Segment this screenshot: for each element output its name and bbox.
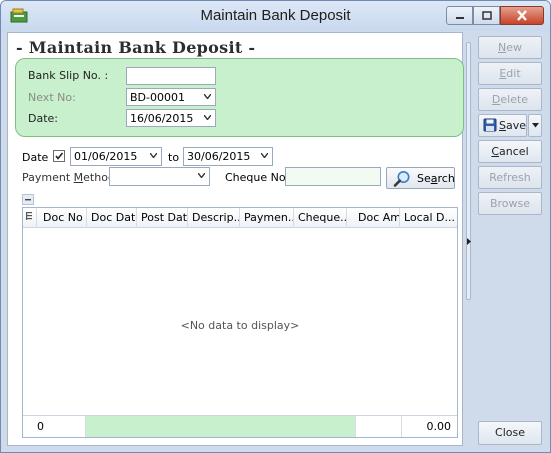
delete-button[interactable]: Delete xyxy=(478,88,542,111)
date-to-combo[interactable]: 30/06/2015 xyxy=(183,147,273,166)
combo-arrow-icon[interactable] xyxy=(204,94,211,99)
payment-method-combo[interactable] xyxy=(109,167,210,186)
panel-splitter[interactable] xyxy=(465,32,474,446)
combo-arrow-icon[interactable] xyxy=(261,153,268,158)
edit-button[interactable]: Edit xyxy=(478,62,542,85)
close-window-button[interactable] xyxy=(500,6,544,25)
title-bar[interactable]: Maintain Bank Deposit xyxy=(1,1,550,31)
close-button[interactable]: Close xyxy=(478,421,542,445)
date-combo[interactable]: 16/06/2015 xyxy=(126,109,216,127)
cheque-no-input[interactable] xyxy=(285,167,381,186)
date-from-combo[interactable]: 01/06/2015 xyxy=(70,147,162,166)
grid-header: Doc No Doc Date Post Date Descrip... Pay… xyxy=(23,208,457,228)
header-box: Bank Slip No. : Next No: BD-00001 Date: … xyxy=(15,58,464,137)
cancel-button[interactable]: Cancel xyxy=(478,140,542,163)
chevron-down-icon xyxy=(532,123,539,128)
filter-date-label: Date xyxy=(22,151,49,164)
col-payment-method[interactable]: Paymen... xyxy=(240,208,294,228)
checkmark-icon xyxy=(55,152,64,160)
window-controls xyxy=(446,6,544,25)
col-doc-no[interactable]: Doc No xyxy=(37,208,87,228)
deposit-grid[interactable]: Doc No Doc Date Post Date Descrip... Pay… xyxy=(22,207,458,438)
bank-slip-label: Bank Slip No. : xyxy=(28,69,109,82)
save-dropdown-button[interactable] xyxy=(528,114,542,137)
footer-empty-cell xyxy=(356,416,402,437)
payment-method-label: Payment Method: xyxy=(22,171,119,184)
footer-total: 0.00 xyxy=(426,420,452,433)
refresh-button[interactable]: Refresh xyxy=(478,166,542,189)
new-button[interactable]: New xyxy=(478,36,542,59)
maximize-button[interactable] xyxy=(473,6,500,25)
col-doc-amt[interactable]: Doc Amt xyxy=(347,208,400,228)
search-button[interactable]: Search xyxy=(386,167,455,189)
next-no-label: Next No: xyxy=(28,91,76,104)
page-title: - Maintain Bank Deposit - xyxy=(16,38,256,57)
maximize-icon xyxy=(481,11,492,20)
search-magnifier-icon xyxy=(393,171,410,187)
combo-arrow-icon[interactable] xyxy=(150,153,157,158)
filter-date-checkbox[interactable] xyxy=(53,150,65,162)
save-button[interactable]: Save xyxy=(478,114,527,137)
col-description[interactable]: Descrip... xyxy=(188,208,240,228)
grid-footer: 0 0.00 xyxy=(23,415,457,437)
column-chooser-icon xyxy=(26,212,32,220)
minimize-icon xyxy=(455,16,464,19)
date-label: Date: xyxy=(28,112,58,125)
group-panel-toggle[interactable] xyxy=(22,194,34,205)
app-window: Maintain Bank Deposit - Maintain Bank De… xyxy=(0,0,551,453)
main-panel: - Maintain Bank Deposit - Bank Slip No. … xyxy=(7,32,464,446)
bank-slip-input[interactable] xyxy=(126,67,216,85)
floppy-save-icon xyxy=(483,118,497,132)
footer-record-count: 0 xyxy=(23,416,86,437)
col-cheque-no[interactable]: Cheque... xyxy=(294,208,347,228)
column-chooser-button[interactable] xyxy=(23,208,37,228)
search-label: Search xyxy=(417,172,455,185)
date-value: 16/06/2015 xyxy=(130,112,194,125)
close-icon xyxy=(517,10,527,21)
splitter-handle[interactable] xyxy=(466,42,471,300)
col-post-date[interactable]: Post Date xyxy=(137,208,188,228)
combo-arrow-icon[interactable] xyxy=(204,115,211,120)
empty-grid-message: <No data to display> xyxy=(180,319,300,332)
action-panel: New Edit Delete Save Cancel Refresh Brow… xyxy=(474,32,546,446)
combo-arrow-icon[interactable] xyxy=(198,173,205,178)
date-to-value: 30/06/2015 xyxy=(187,150,251,163)
next-no-value: BD-00001 xyxy=(130,91,185,104)
collapse-icon xyxy=(25,199,31,201)
browse-button[interactable]: Browse xyxy=(478,192,542,215)
minimize-button[interactable] xyxy=(446,6,473,25)
expand-arrow-icon[interactable] xyxy=(466,238,472,245)
footer-spacer xyxy=(86,416,356,437)
col-doc-date[interactable]: Doc Date xyxy=(87,208,137,228)
next-no-combo[interactable]: BD-00001 xyxy=(126,88,216,106)
to-label: to xyxy=(168,151,180,164)
col-local-doc-amt[interactable]: Local D... xyxy=(400,208,457,228)
date-from-value: 01/06/2015 xyxy=(74,150,138,163)
